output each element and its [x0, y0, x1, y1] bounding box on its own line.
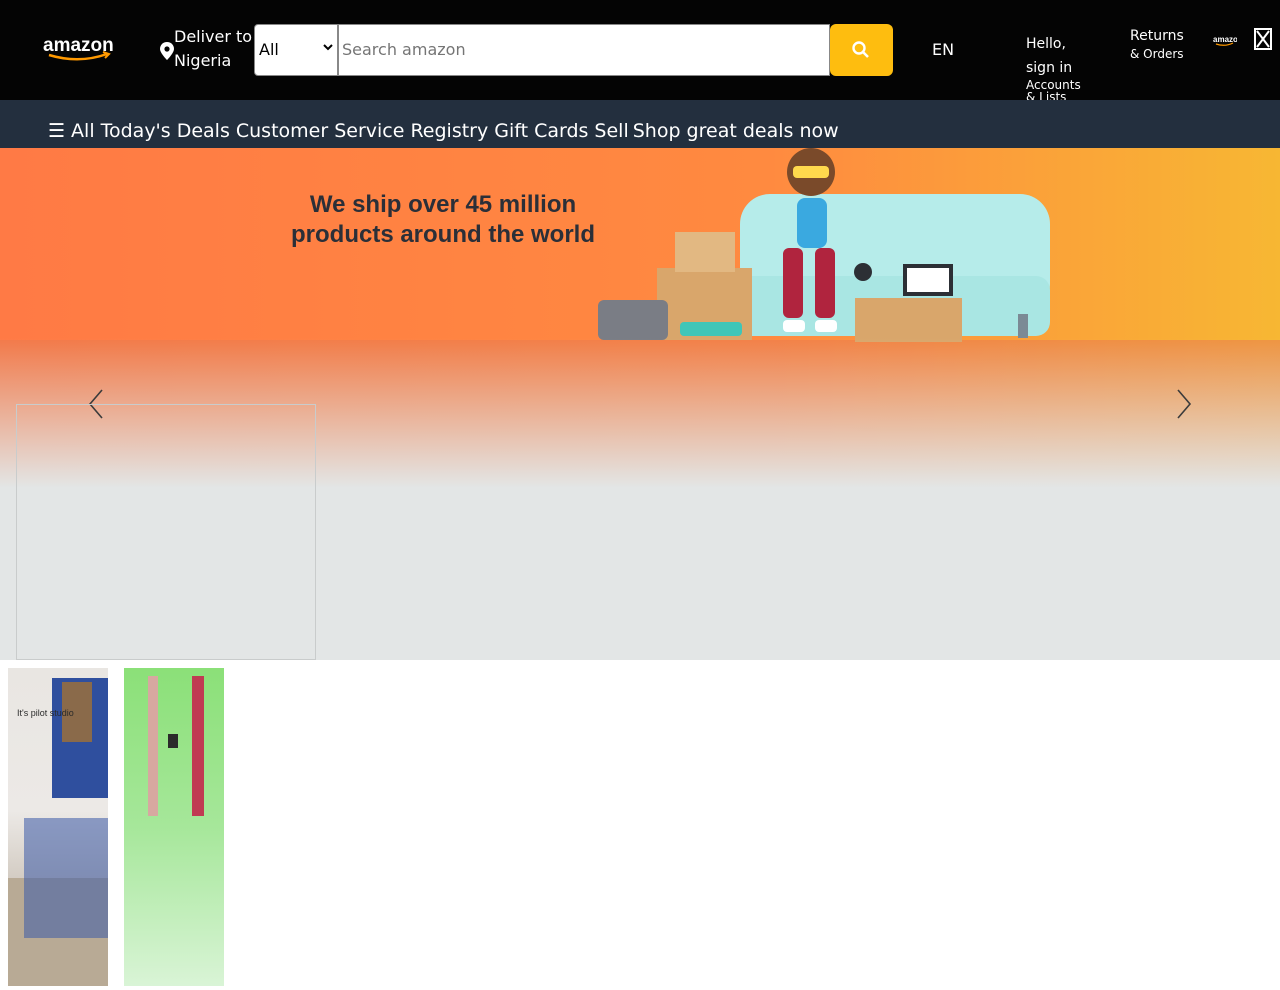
mini-logo-text: amazon: [1213, 35, 1237, 44]
location-pin-icon: [160, 42, 174, 60]
account-greeting: Hello,: [1026, 36, 1066, 52]
hero-headline-line1: We ship over 45 million: [310, 191, 576, 218]
subnav-item-gift-cards[interactable]: Gift Cards: [494, 120, 588, 142]
amazon-mini-logo[interactable]: amazon: [1213, 33, 1237, 47]
search-placeholder: Search amazon: [342, 40, 466, 59]
deliver-line1: Deliver to: [174, 27, 253, 46]
search-button[interactable]: [830, 24, 893, 76]
subnav-item-registry[interactable]: Registry: [410, 120, 488, 142]
subnav-links: ☰ All Today's Deals Customer Service Registr…: [48, 120, 845, 142]
search-input[interactable]: Search amazon: [338, 24, 830, 76]
search-icon: [852, 41, 869, 58]
search-bar: All Search amazon: [254, 24, 893, 76]
hero-headline-line2: products around the world: [291, 221, 595, 248]
green-product-tile[interactable]: [124, 668, 224, 986]
top-navigation-bar: amazon Deliver to Nigeria All Search ama…: [0, 0, 1280, 104]
chevron-right-icon[interactable]: [1174, 388, 1194, 420]
search-category-value: All: [259, 40, 279, 59]
deliver-line2: Nigeria: [174, 51, 232, 70]
home-decor-image: It's pilot studio: [8, 678, 108, 986]
deliver-to-location[interactable]: Deliver to Nigeria: [160, 25, 255, 75]
returns-and-orders[interactable]: Returns & Orders: [1130, 26, 1184, 62]
tile-caption: It's pilot studio: [17, 708, 74, 718]
account-and-lists[interactable]: Hello, sign in Accounts & Lists: [1026, 32, 1081, 104]
deliver-text: Deliver to Nigeria: [174, 25, 252, 73]
language-selector[interactable]: EN: [932, 40, 954, 59]
secondary-navigation: ☰ All Today's Deals Customer Service Registr…: [0, 100, 1280, 148]
account-sign-in: sign in: [1026, 60, 1073, 76]
subnav-promo-link[interactable]: Shop great deals now: [633, 120, 839, 142]
hero-carousel: We ship over 45 million products around …: [0, 148, 1280, 660]
cart-icon[interactable]: [1254, 28, 1272, 50]
menu-icon[interactable]: ☰: [48, 120, 65, 142]
subnav-item-all[interactable]: All: [71, 120, 95, 142]
green-product-image: [148, 676, 204, 816]
returns-line2: & Orders: [1130, 47, 1184, 61]
returns-line1: Returns: [1130, 28, 1184, 44]
home-decor-tile[interactable]: It's pilot studio: [8, 668, 108, 986]
carousel-focus-outline[interactable]: [16, 404, 316, 660]
subnav-item-todays-deals[interactable]: Today's Deals: [101, 120, 230, 142]
amazon-logo[interactable]: amazon: [43, 36, 117, 62]
subnav-item-sell[interactable]: Sell: [594, 120, 628, 142]
subnav-item-customer-service[interactable]: Customer Service: [236, 120, 405, 142]
search-category-select[interactable]: All: [254, 24, 338, 76]
chevron-down-icon: [323, 44, 333, 51]
